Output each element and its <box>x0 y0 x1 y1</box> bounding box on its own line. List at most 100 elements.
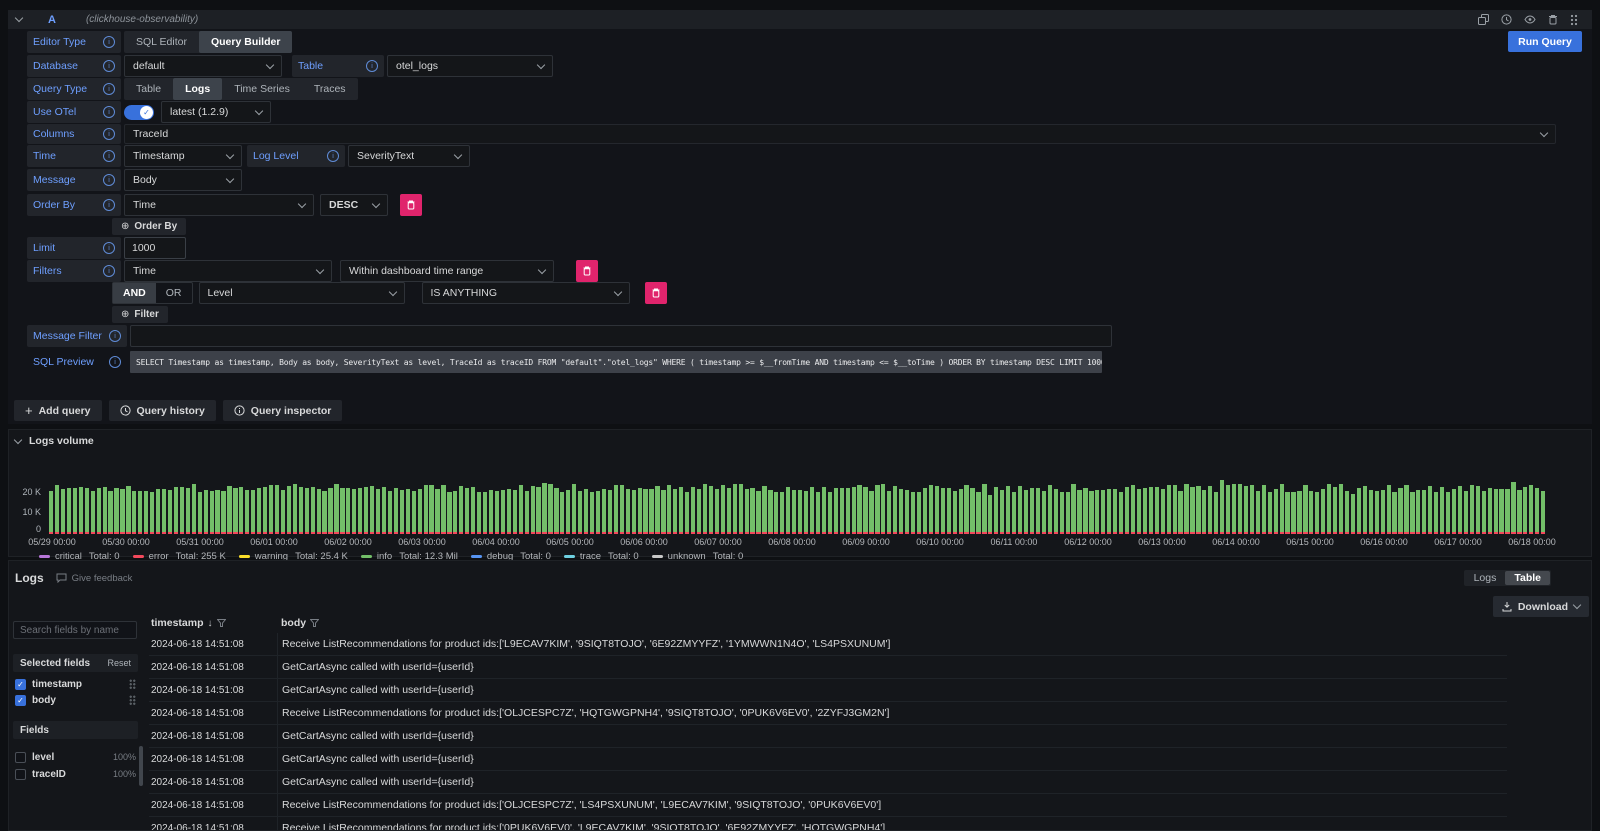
info-icon[interactable]: i <box>103 106 115 118</box>
query-editor-section: A (clickhouse-observability) Run Query E… <box>8 10 1592 424</box>
volume-bar <box>459 486 463 534</box>
info-icon[interactable]: i <box>103 265 115 277</box>
filter1-field-select[interactable]: Time <box>124 260 332 282</box>
columns-multiselect[interactable]: TraceId <box>124 124 1556 144</box>
checkbox-checked[interactable]: ✓ <box>15 695 26 706</box>
database-select[interactable]: default <box>124 55 282 77</box>
drag-handle-icon[interactable] <box>129 695 136 705</box>
field-label-sql-preview: SQL Previewi <box>27 351 127 373</box>
query-type-time-series[interactable]: Time Series <box>222 78 302 100</box>
remove-order-by-button[interactable] <box>400 194 422 216</box>
query-history-button[interactable]: Query history <box>109 400 216 421</box>
message-filter-input[interactable] <box>130 325 1112 347</box>
info-icon[interactable]: i <box>103 174 115 186</box>
volume-bar <box>1321 489 1325 534</box>
x-axis-tick: 06/05 00:00 <box>546 537 594 547</box>
volume-bar <box>1494 489 1498 534</box>
remove-filter1-button[interactable] <box>576 260 598 282</box>
volume-bar <box>1155 487 1159 534</box>
volume-bar <box>1303 485 1307 534</box>
info-icon[interactable]: i <box>109 330 121 342</box>
scrollbar-thumb[interactable] <box>139 746 143 786</box>
table-row[interactable]: 2024-06-18 14:51:08GetCartAsync called w… <box>149 679 1507 702</box>
column-header-timestamp[interactable]: timestamp ↓ <box>149 617 277 629</box>
checkbox-unchecked[interactable] <box>15 752 26 763</box>
editor-type-query-builder[interactable]: Query Builder <box>199 31 292 53</box>
otel-version-select[interactable]: latest (1.2.9) <box>161 101 271 123</box>
info-icon[interactable]: i <box>103 83 115 95</box>
limit-input[interactable] <box>124 237 186 259</box>
query-type-table[interactable]: Table <box>124 78 173 100</box>
table-row[interactable]: 2024-06-18 14:51:08GetCartAsync called w… <box>149 725 1507 748</box>
info-icon[interactable]: i <box>103 242 115 254</box>
time-column-select[interactable]: Timestamp <box>124 145 242 167</box>
table-row[interactable]: 2024-06-18 14:51:08Receive ListRecommend… <box>149 633 1507 656</box>
search-fields-input[interactable] <box>13 621 137 639</box>
info-icon[interactable]: i <box>103 36 115 48</box>
volume-bar <box>531 486 535 534</box>
info-icon[interactable]: i <box>103 199 115 211</box>
info-icon[interactable]: i <box>103 150 115 162</box>
info-icon[interactable]: i <box>327 150 339 162</box>
table-row[interactable]: 2024-06-18 14:51:08Receive ListRecommend… <box>149 794 1507 817</box>
volume-bar <box>406 489 410 534</box>
query-inspector-button[interactable]: Query inspector <box>223 400 343 421</box>
query-type-traces[interactable]: Traces <box>302 78 358 100</box>
checkbox-unchecked[interactable] <box>15 769 26 780</box>
order-by-direction-select[interactable]: DESC <box>320 194 388 216</box>
remove-filter2-button[interactable] <box>645 282 667 304</box>
field-label-use-otel: Use OTeli <box>27 101 121 123</box>
condition-or[interactable]: OR <box>156 283 192 303</box>
collapse-chevron-icon[interactable] <box>14 435 22 443</box>
table-row[interactable]: 2024-06-18 14:51:08Receive ListRecommend… <box>149 702 1507 725</box>
message-column-select[interactable]: Body <box>124 169 242 191</box>
condition-and[interactable]: AND <box>113 283 156 303</box>
filter1-operator-select[interactable]: Within dashboard time range <box>340 260 554 282</box>
volume-bar <box>1089 491 1093 534</box>
collapse-chevron-icon[interactable] <box>15 14 23 22</box>
logs-volume-header[interactable]: Logs volume <box>15 435 94 447</box>
volume-bar <box>1440 487 1444 534</box>
reset-button[interactable]: Reset <box>107 658 131 668</box>
table-select[interactable]: otel_logs <box>387 55 553 77</box>
sort-desc-icon[interactable]: ↓ <box>208 618 213 629</box>
volume-bar <box>786 487 790 534</box>
query-type-logs[interactable]: Logs <box>173 78 222 100</box>
query-row-header[interactable]: A (clickhouse-observability) <box>8 10 1592 29</box>
filter-funnel-icon[interactable] <box>217 619 226 627</box>
add-order-by-button[interactable]: ⊕Order By <box>112 218 186 235</box>
drag-handle-icon[interactable] <box>129 679 136 689</box>
info-icon[interactable]: i <box>109 356 121 368</box>
info-icon[interactable]: i <box>366 60 378 72</box>
checkbox-checked[interactable]: ✓ <box>15 679 26 690</box>
table-row[interactable]: 2024-06-18 14:51:08GetCartAsync called w… <box>149 656 1507 679</box>
table-row[interactable]: 2024-06-18 14:51:08GetCartAsync called w… <box>149 771 1507 794</box>
filter2-field-select[interactable]: Level <box>199 282 405 304</box>
table-row[interactable]: 2024-06-18 14:51:08Receive ListRecommend… <box>149 817 1507 830</box>
editor-type-sql-editor[interactable]: SQL Editor <box>124 31 199 53</box>
use-otel-toggle[interactable]: ✓ <box>124 105 154 120</box>
volume-bar <box>1416 490 1420 534</box>
info-icon[interactable]: i <box>103 128 115 140</box>
filter2-operator-select[interactable]: IS ANYTHING <box>422 282 630 304</box>
volume-bar <box>1107 489 1111 534</box>
log-level-column-select[interactable]: SeverityText <box>348 145 470 167</box>
add-query-button[interactable]: +Add query <box>14 400 102 421</box>
volume-bar <box>1256 491 1260 534</box>
order-by-field-select[interactable]: Time <box>124 194 314 216</box>
history-icon[interactable] <box>1501 14 1512 25</box>
give-feedback-link[interactable]: Give feedback <box>56 573 133 584</box>
add-filter-button[interactable]: ⊕Filter <box>112 306 168 323</box>
info-icon[interactable]: i <box>103 60 115 72</box>
column-header-body[interactable]: body <box>277 617 1507 629</box>
trash-icon[interactable] <box>1548 14 1558 25</box>
filter-funnel-icon[interactable] <box>310 619 319 627</box>
eye-icon[interactable] <box>1524 15 1536 24</box>
download-button[interactable]: Download <box>1493 596 1589 617</box>
view-toggle-table[interactable]: Table <box>1505 571 1550 585</box>
view-toggle-logs[interactable]: Logs <box>1465 571 1506 585</box>
volume-bar <box>263 487 267 534</box>
drag-handle-icon[interactable] <box>1570 14 1578 26</box>
duplicate-icon[interactable] <box>1478 14 1489 25</box>
table-row[interactable]: 2024-06-18 14:51:08GetCartAsync called w… <box>149 748 1507 771</box>
